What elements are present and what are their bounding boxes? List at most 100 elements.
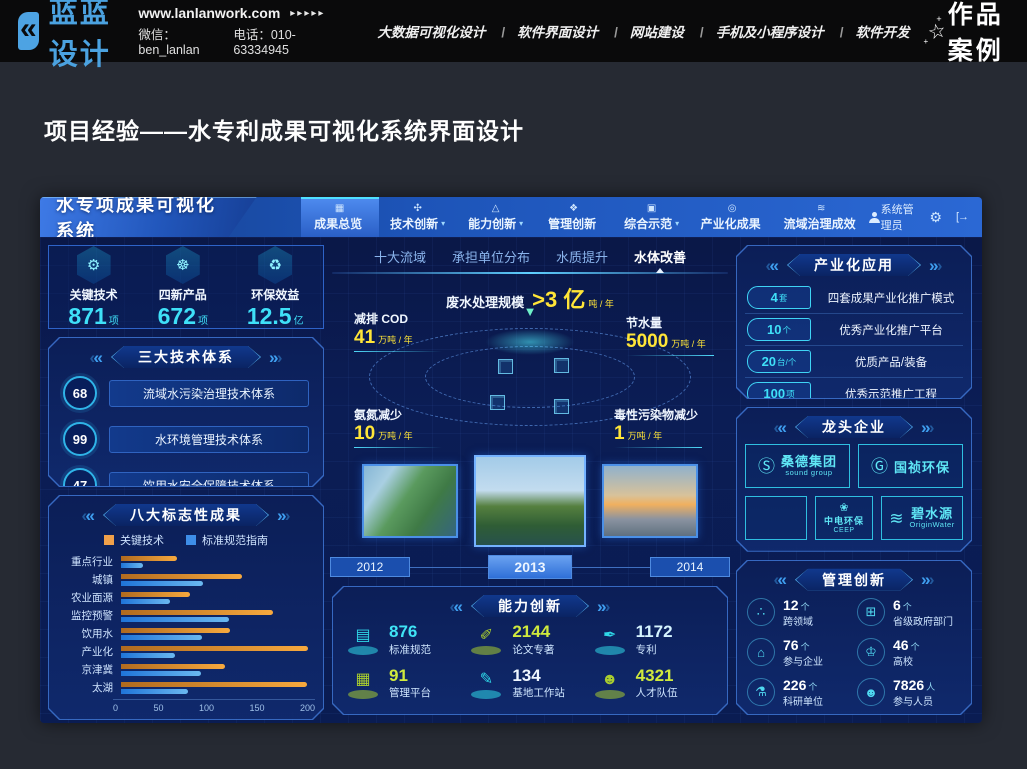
dashboard-tab[interactable]: △ 能力创新 ▾ — [457, 197, 535, 237]
top-nav-item[interactable]: 大数据可视化设计 — [375, 21, 487, 41]
year-button[interactable]: 2014 — [650, 557, 730, 577]
chart-row: 重点行业 — [57, 554, 315, 569]
middle-column: 十大流域 承担单位分布 水质提升 水体改善 废水处理规模>3 亿吨 / 年 ▼ — [332, 245, 728, 715]
management-value: 6个 — [893, 597, 953, 613]
subtab[interactable]: 十大流域 — [374, 247, 426, 266]
bar-segment — [121, 671, 201, 676]
chart-category-label: 产业化 — [57, 644, 121, 659]
right-chevrons-decoration: » — [277, 507, 286, 524]
tech-count-badge: 68 — [63, 376, 97, 410]
subtab[interactable]: 水体改善 — [634, 247, 686, 266]
management-icon: ⌂ — [747, 638, 775, 666]
management-icon: ☻ — [857, 678, 885, 706]
company-logo[interactable]: « 蓝蓝设计 — [18, 0, 116, 73]
industry-count-badge: 4套 — [747, 286, 811, 309]
top-nav: 大数据可视化设计 软件界面设计 网站建设 手机及小程序设计 软件开发 — [375, 21, 911, 41]
section-title: 龙头企业 — [796, 415, 912, 439]
subtab[interactable]: 承担单位分布 — [452, 247, 530, 266]
top-nav-item[interactable]: 网站建设 — [600, 21, 686, 41]
capability-icon: ✐ — [468, 625, 504, 655]
tab-label: 综合示范 — [624, 215, 672, 232]
right-column: « 产业化应用 » 4套 四套成果产业化推广模式 — [736, 245, 972, 715]
legend-swatch — [104, 535, 114, 545]
chart-category-label: 重点行业 — [57, 554, 121, 569]
top-nav-item[interactable]: 手机及小程序设计 — [686, 21, 826, 41]
gear-icon[interactable]: ⚙ — [929, 209, 942, 226]
management-icon: ♔ — [857, 638, 885, 666]
arrows-decoration: ▸▸▸▸▸ — [290, 8, 325, 19]
dashboard-tab[interactable]: ≋ 流域治理成效 — [774, 197, 869, 237]
company-subname: sound group — [785, 469, 832, 477]
flow-metric: 节水量 5000万吨 / 年 — [626, 314, 714, 356]
bar-segment — [121, 610, 273, 615]
chart-legend: 关键技术标准规范指南 — [57, 532, 315, 548]
water-subtabs: 十大流域 承担单位分布 水质提升 水体改善 — [332, 245, 728, 267]
capability-item: ▦ 91 管理平台 — [345, 667, 468, 701]
stat-label: 环保效益 — [251, 286, 299, 303]
management-label: 科研单位 — [783, 693, 823, 708]
industry-text: 优秀产业化推广平台 — [821, 322, 961, 338]
down-arrow-icon: ▼ — [524, 304, 537, 319]
logout-icon[interactable]: [→ — [956, 211, 968, 223]
dashboard-tab[interactable]: ▦ 成果总览 — [301, 197, 379, 237]
center-glow — [485, 329, 575, 355]
industry-text: 优秀示范推广工程 — [821, 386, 961, 402]
subtab[interactable]: 水质提升 — [556, 247, 608, 266]
tab-label: 能力创新 — [468, 215, 516, 232]
dashboard-tab[interactable]: ◎ 产业化成果 — [691, 197, 774, 237]
chart-row: 产业化 — [57, 644, 315, 659]
bar-segment — [121, 646, 308, 651]
left-chevrons-decoration: « — [86, 507, 95, 524]
dashboard-nav-tabs: ▦ 成果总览 ✣ 技术创新 ▾ △ — [301, 197, 869, 237]
portfolio-menu[interactable]: ☆++ 作品案例 — [925, 0, 1009, 67]
headline-unit: 吨 / 年 — [588, 299, 614, 309]
sparkle-icon: ☆++ — [925, 18, 939, 44]
capability-label: 人才队伍 — [636, 685, 678, 700]
metric-value: 10万吨 / 年 — [354, 423, 442, 445]
tech-name-pill: 水环境管理技术体系 — [109, 426, 309, 453]
chart-row: 饮用水 — [57, 626, 315, 641]
company-name: 国祯环保 — [894, 457, 950, 476]
photo-2012[interactable] — [362, 464, 458, 538]
top-header-bar: « 蓝蓝设计 www.lanlanwork.com ▸▸▸▸▸ 微信：ben_l… — [0, 0, 1027, 62]
company-subname: CEEP — [833, 527, 854, 534]
tab-label: 成果总览 — [314, 215, 362, 232]
company-logo-sound-group: Ⓢ 桑德集团 sound group — [745, 444, 850, 488]
stat-value: 12.5亿 — [247, 305, 304, 328]
management-item: ♔ 46个 高校 — [857, 637, 961, 668]
tech-system-row: 68 流域水污染治理技术体系 — [63, 376, 309, 410]
management-item: ⊞ 6个 省级政府部门 — [857, 597, 961, 628]
stat-label: 四新产品 — [159, 286, 207, 303]
wechat-text: 微信：ben_lanlan — [138, 24, 215, 57]
year-timeline: 2012 2013 2014 — [332, 552, 728, 582]
dashboard-tab[interactable]: ❖ 管理创新 — [535, 197, 613, 237]
left-chevrons-decoration: « — [778, 571, 787, 588]
photo-2013[interactable] — [474, 455, 586, 547]
admin-user-chip[interactable]: 系统管理员 — [869, 201, 916, 233]
tab-icon: ◎ — [728, 203, 737, 214]
company-name: 碧水源 — [911, 507, 953, 521]
management-item: ☻ 7826人 参与人员 — [857, 677, 961, 708]
top-nav-item[interactable]: 软件界面设计 — [487, 21, 600, 41]
chart-row: 监控预警 — [57, 608, 315, 623]
section-title: 能力创新 — [472, 594, 588, 618]
legend-item: 关键技术 — [104, 532, 164, 548]
capability-icon: ✎ — [468, 669, 504, 699]
metric-unit: 万吨 / 年 — [671, 339, 706, 349]
capability-icon: ▦ — [345, 669, 381, 699]
year-button[interactable]: 2013 — [488, 555, 572, 579]
portfolio-label: 作品案例 — [948, 0, 1009, 67]
dashboard-tab[interactable]: ✣ 技术创新 ▾ — [379, 197, 457, 237]
metric-unit: 万吨 / 年 — [628, 431, 663, 441]
capability-icon: ✒ — [592, 625, 628, 655]
photo-2014[interactable] — [602, 464, 698, 538]
dashboard-tab[interactable]: ▣ 综合示范 ▾ — [613, 197, 691, 237]
year-button[interactable]: 2012 — [330, 557, 410, 577]
system-title: 水专项成果可视化系统 — [40, 197, 257, 237]
bar-segment — [121, 617, 229, 622]
top-nav-item[interactable]: 软件开发 — [826, 21, 912, 41]
sound-group-icon: Ⓢ — [758, 458, 775, 475]
stat-value: 672项 — [158, 305, 208, 328]
capability-value: 1172 — [636, 623, 673, 642]
logo-icon: « — [18, 12, 39, 50]
